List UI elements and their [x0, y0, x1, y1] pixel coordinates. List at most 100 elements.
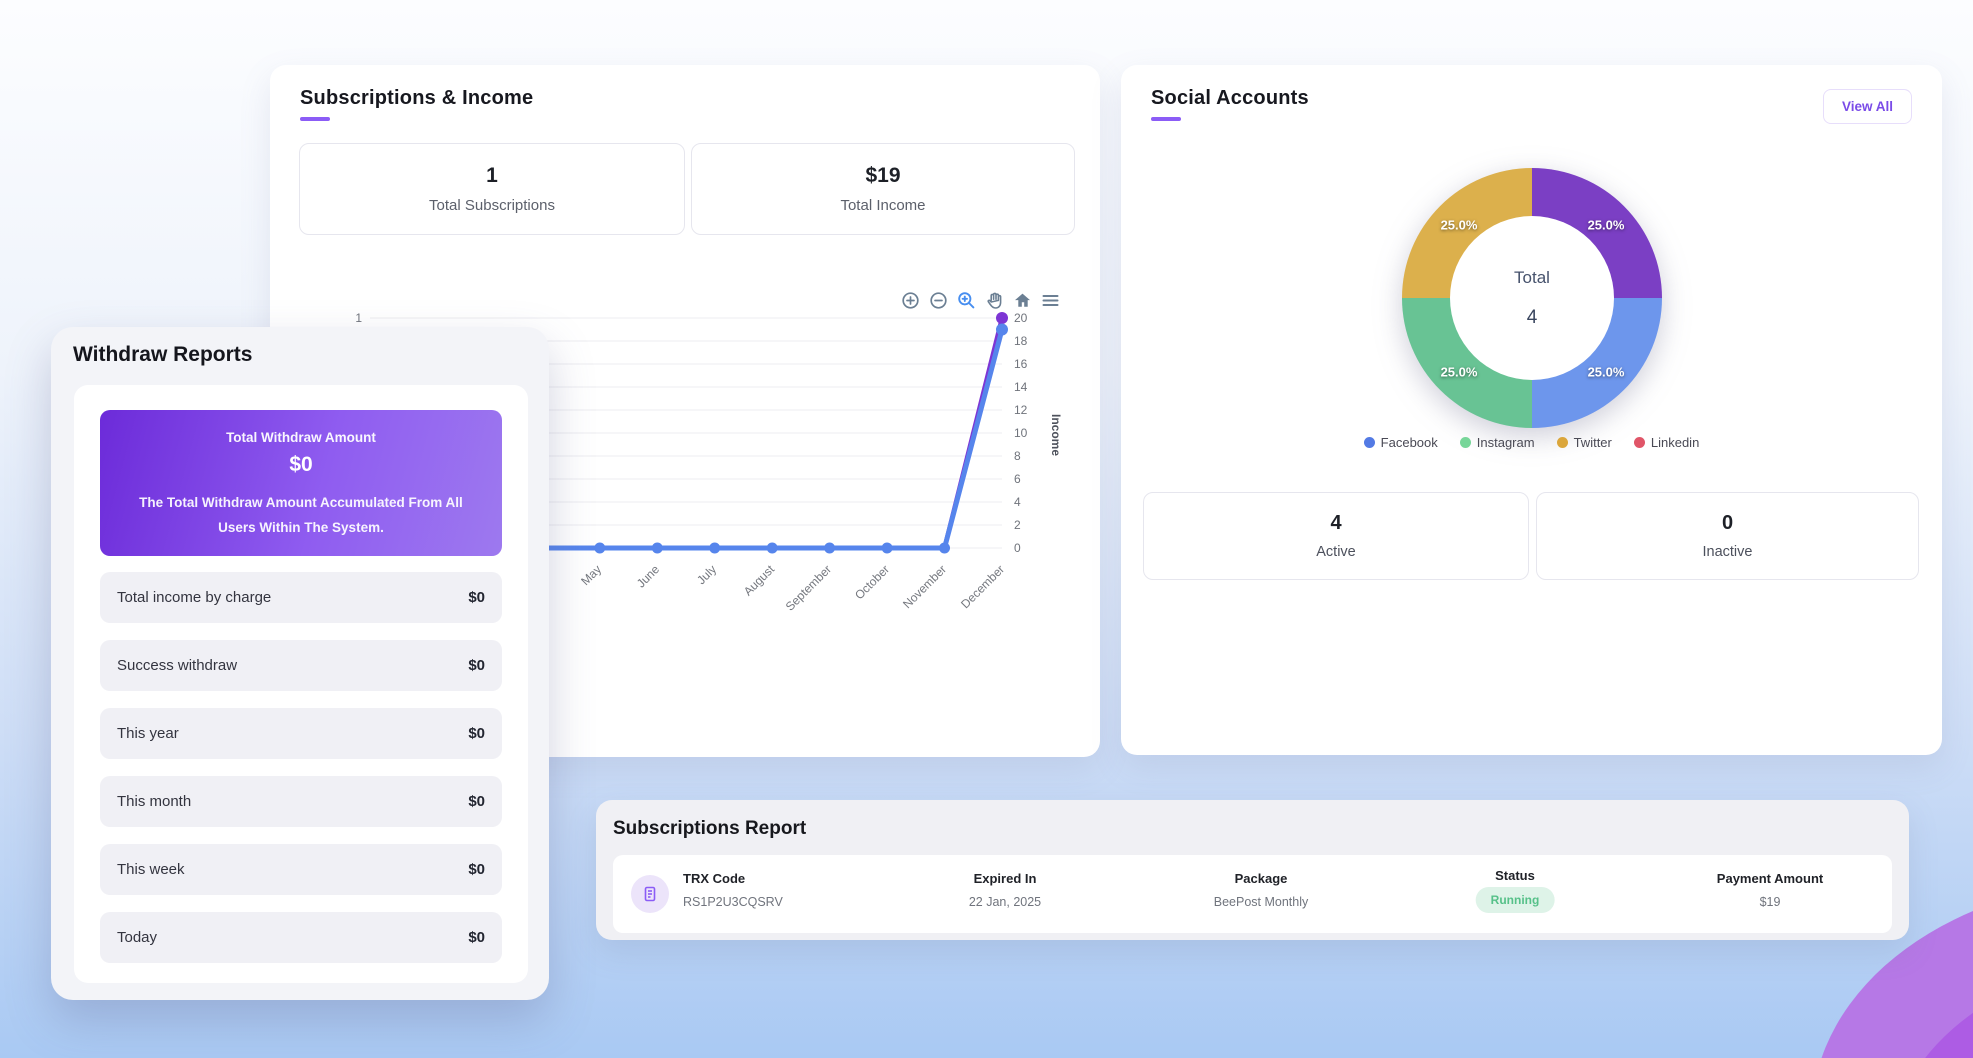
payment-amount-header: Payment Amount: [1717, 871, 1823, 886]
withdraw-row-total-income-by-charge: Total income by charge $0: [100, 572, 502, 623]
legend-item-facebook[interactable]: Facebook: [1364, 435, 1438, 450]
withdraw-row-this-year: This year $0: [100, 708, 502, 759]
title-accent-bar: [1151, 117, 1181, 121]
donut-center-value: 4: [1527, 307, 1538, 329]
package-cell: Package BeePost Monthly: [1214, 871, 1309, 909]
income-point: [939, 543, 950, 554]
instagram-legend-dot: [1460, 437, 1471, 448]
facebook-legend-dot: [1364, 437, 1375, 448]
y-left-tick: 1: [355, 311, 362, 325]
expired-in-header: Expired In: [969, 871, 1041, 886]
subscriptions-report-title: Subscriptions Report: [613, 818, 806, 840]
withdraw-reports-panel: Total Withdraw Amount $0 The Total Withd…: [74, 385, 528, 983]
slice-label-facebook: 25.0%: [1588, 218, 1625, 233]
legend-label: Twitter: [1574, 435, 1612, 450]
withdraw-row-today: Today $0: [100, 912, 502, 963]
trx-code-cell: TRX Code RS1P2U3CQSRV: [683, 871, 783, 909]
total-subscriptions-stat: 1 Total Subscriptions: [299, 143, 685, 235]
subscriptions-point-december: [996, 312, 1008, 324]
y-right-tick: 2: [1014, 518, 1021, 532]
x-tick-may: May: [578, 562, 604, 588]
row-value: $0: [468, 861, 485, 878]
social-accounts-card: Social Accounts View All Total 4 25.0% 2…: [1121, 65, 1942, 755]
y-right-tick: 4: [1014, 495, 1021, 509]
active-accounts-label: Active: [1316, 544, 1356, 560]
y-right-tick: 0: [1014, 541, 1021, 555]
trx-code-value: RS1P2U3CQSRV: [683, 895, 783, 909]
row-label: Total income by charge: [117, 589, 271, 606]
row-label: Success withdraw: [117, 657, 237, 674]
package-header: Package: [1214, 871, 1309, 886]
total-withdraw-summary: Total Withdraw Amount $0 The Total Withd…: [100, 410, 502, 556]
withdraw-reports-title: Withdraw Reports: [73, 343, 252, 367]
donut-center: Total 4: [1450, 216, 1614, 380]
x-tick-august: August: [741, 562, 778, 599]
income-point: [767, 543, 778, 554]
legend-item-twitter[interactable]: Twitter: [1557, 435, 1612, 450]
x-tick-june: June: [634, 562, 663, 591]
y-right-tick: 14: [1014, 380, 1028, 394]
y-right-tick: 16: [1014, 357, 1028, 371]
row-value: $0: [468, 725, 485, 742]
row-label: This month: [117, 793, 191, 810]
legend-item-instagram[interactable]: Instagram: [1460, 435, 1535, 450]
income-point-december: [996, 324, 1008, 336]
total-income-label: Total Income: [840, 197, 925, 214]
x-tick-december: December: [958, 562, 1007, 611]
inactive-accounts-stat: 0 Inactive: [1536, 492, 1919, 580]
legend-item-linkedin[interactable]: Linkedin: [1634, 435, 1699, 450]
legend-label: Facebook: [1381, 435, 1438, 450]
status-header: Status: [1476, 868, 1555, 883]
inactive-accounts-label: Inactive: [1703, 544, 1753, 560]
y-right-tick: 10: [1014, 426, 1028, 440]
total-withdraw-value: $0: [126, 453, 476, 477]
social-accounts-title: Social Accounts: [1151, 87, 1309, 110]
income-point: [824, 543, 835, 554]
row-label: This week: [117, 861, 185, 878]
y-right-tick: 20: [1014, 311, 1028, 325]
row-label: Today: [117, 929, 157, 946]
income-point: [882, 543, 893, 554]
row-label: This year: [117, 725, 179, 742]
receipt-icon: [631, 875, 669, 913]
subscription-table-row: TRX Code RS1P2U3CQSRV Expired In 22 Jan,…: [613, 855, 1892, 933]
row-value: $0: [468, 929, 485, 946]
status-badge: Running: [1476, 887, 1555, 913]
title-accent-bar: [300, 117, 330, 121]
y-right-tick: 6: [1014, 472, 1021, 486]
twitter-legend-dot: [1557, 437, 1568, 448]
x-tick-september: September: [783, 562, 834, 613]
row-value: $0: [468, 657, 485, 674]
payment-amount-cell: Payment Amount $19: [1717, 871, 1823, 909]
y-right-tick: 8: [1014, 449, 1021, 463]
total-income-value: $19: [865, 164, 900, 188]
linkedin-legend-dot: [1634, 437, 1645, 448]
social-accounts-donut-chart[interactable]: Total 4 25.0% 25.0% 25.0% 25.0%: [1402, 168, 1662, 428]
subscriptions-report-card: Subscriptions Report TRX Code RS1P2U3CQS…: [596, 800, 1909, 940]
slice-label-linkedin: 25.0%: [1441, 218, 1478, 233]
withdraw-row-this-month: This month $0: [100, 776, 502, 827]
total-income-stat: $19 Total Income: [691, 143, 1075, 235]
income-point: [652, 543, 663, 554]
withdraw-reports-card: Withdraw Reports Total Withdraw Amount $…: [51, 327, 549, 1000]
slice-label-instagram: 25.0%: [1588, 365, 1625, 380]
x-tick-october: October: [852, 562, 892, 602]
donut-legend: Facebook Instagram Twitter Linkedin: [1121, 435, 1942, 450]
status-cell: Status Running: [1476, 868, 1555, 913]
dashboard-page: Subscriptions & Income 1 Total Subscript…: [0, 0, 1973, 1058]
active-accounts-value: 4: [1330, 512, 1341, 535]
y-right-axis-label: Income: [1049, 414, 1063, 456]
inactive-accounts-value: 0: [1722, 512, 1733, 535]
x-tick-november: November: [900, 562, 949, 611]
active-accounts-stat: 4 Active: [1143, 492, 1529, 580]
row-value: $0: [468, 589, 485, 606]
view-all-button[interactable]: View All: [1823, 89, 1912, 124]
y-right-tick: 18: [1014, 334, 1028, 348]
income-point: [709, 543, 720, 554]
package-value: BeePost Monthly: [1214, 895, 1309, 909]
total-withdraw-label: Total Withdraw Amount: [126, 430, 476, 445]
expired-in-value: 22 Jan, 2025: [969, 895, 1041, 909]
donut-center-title: Total: [1514, 268, 1550, 288]
row-value: $0: [468, 793, 485, 810]
legend-label: Instagram: [1477, 435, 1535, 450]
